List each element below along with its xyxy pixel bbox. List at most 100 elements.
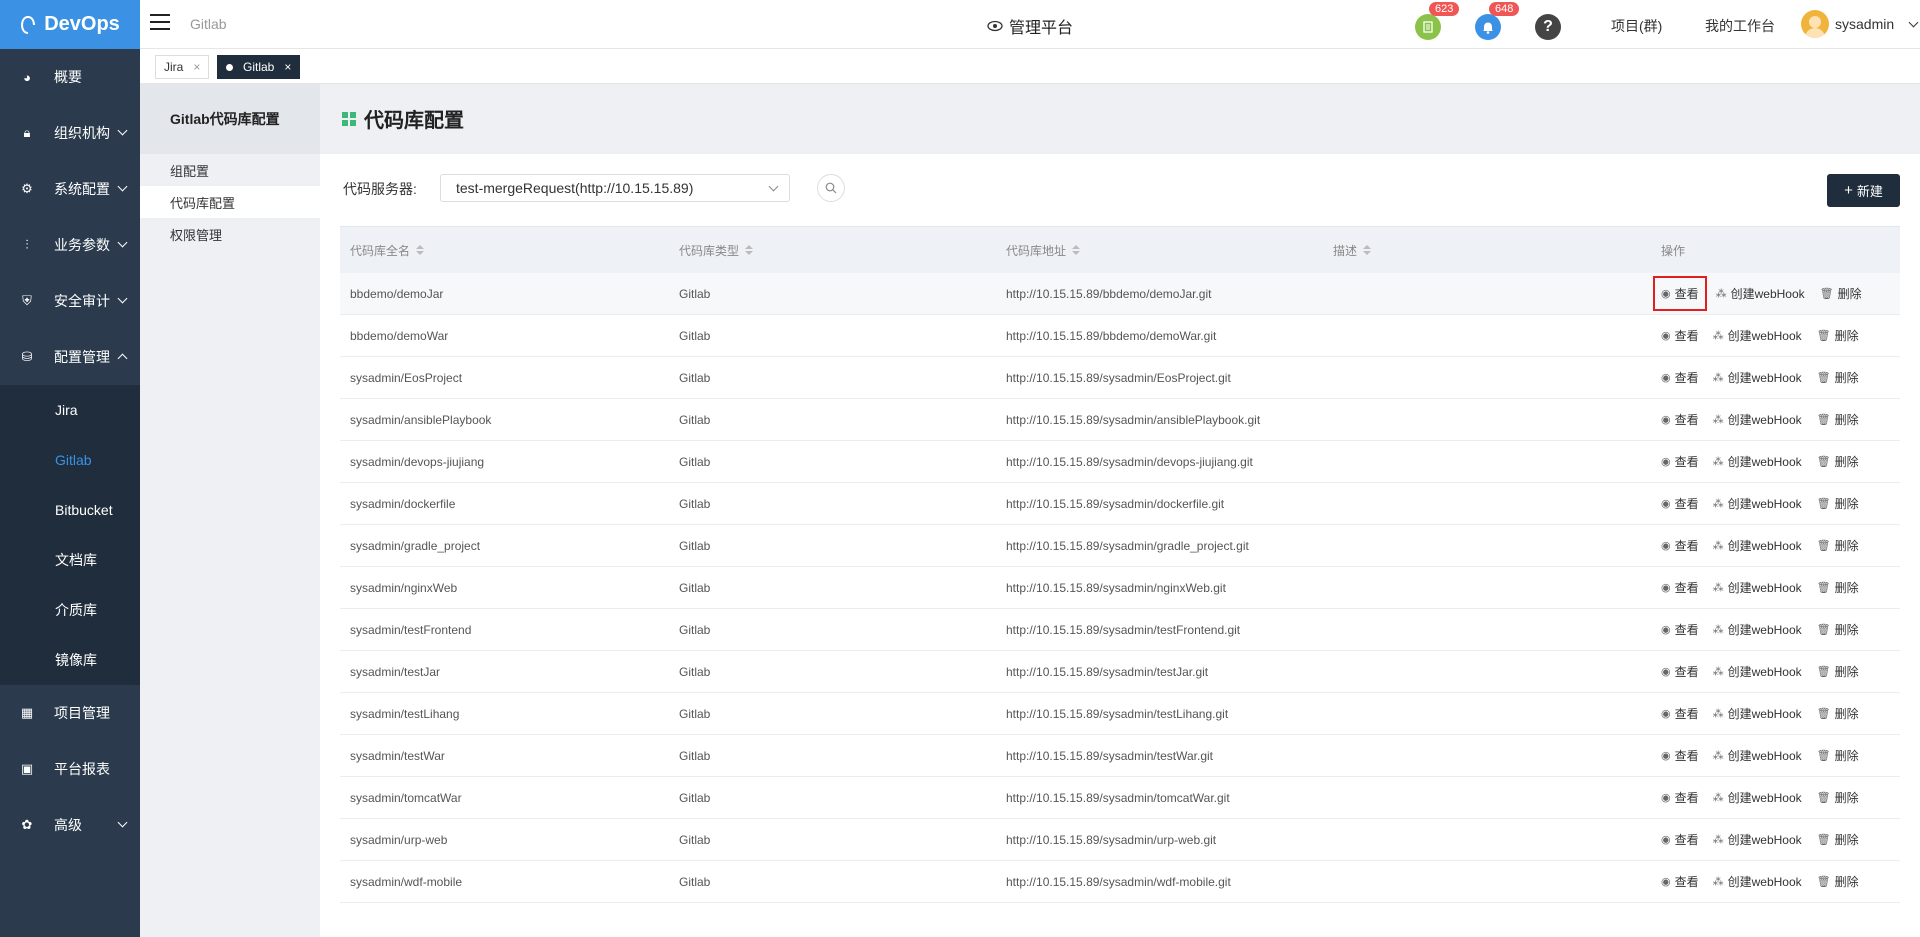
new-button[interactable]: + 新建 <box>1827 174 1900 207</box>
table-row: sysadmin/wdf-mobile Gitlab http://10.15.15… <box>340 861 1900 903</box>
sidebar-subitem-image-registry[interactable]: 镜像库 <box>0 635 140 685</box>
create-webhook-button[interactable]: ⁂ 创建webHook <box>1713 365 1802 390</box>
view-button[interactable]: ◉ 查看 <box>1661 323 1699 348</box>
create-webhook-button[interactable]: ⁂ 创建webHook <box>1713 701 1802 726</box>
delete-button[interactable]: 🗑︎ 删除 <box>1817 869 1859 894</box>
delete-button[interactable]: 🗑︎ 删除 <box>1817 533 1859 558</box>
delete-button[interactable]: 🗑︎ 删除 <box>1817 659 1859 684</box>
view-button[interactable]: ◉ 查看 <box>1661 491 1699 516</box>
create-webhook-button[interactable]: ⁂ 创建webHook <box>1713 659 1802 684</box>
column-header-url[interactable]: 代码库地址 <box>996 242 1323 259</box>
view-button[interactable]: ◉ 查看 <box>1661 659 1699 684</box>
tab-jira[interactable]: Jira × <box>155 55 210 79</box>
repo-name-cell: sysadmin/wdf-mobile <box>350 874 463 889</box>
column-header-description[interactable]: 描述 <box>1323 242 1651 259</box>
column-header-name[interactable]: 代码库全名 <box>340 242 669 259</box>
close-icon[interactable]: × <box>193 60 200 74</box>
delete-label: 删除 <box>1834 581 1859 595</box>
delete-button[interactable]: 🗑︎ 删除 <box>1817 575 1859 600</box>
sidebar-item-config-management[interactable]: ⛁ 配置管理 <box>0 329 140 385</box>
delete-button[interactable]: 🗑︎ 删除 <box>1820 281 1862 306</box>
delete-button[interactable]: 🗑︎ 删除 <box>1817 827 1859 852</box>
delete-button[interactable]: 🗑︎ 删除 <box>1817 491 1859 516</box>
bell-icon[interactable]: 648 <box>1475 2 1520 40</box>
create-webhook-button[interactable]: ⁂ 创建webHook <box>1716 281 1805 306</box>
view-button[interactable]: ◉ 查看 <box>1661 869 1699 894</box>
view-button[interactable]: ◉ 查看 <box>1653 276 1707 311</box>
create-webhook-button[interactable]: ⁂ 创建webHook <box>1713 533 1802 558</box>
create-webhook-button[interactable]: ⁂ 创建webHook <box>1713 575 1802 600</box>
delete-button[interactable]: 🗑︎ 删除 <box>1817 449 1859 474</box>
create-webhook-button[interactable]: ⁂ 创建webHook <box>1713 449 1802 474</box>
view-button[interactable]: ◉ 查看 <box>1661 743 1699 768</box>
user-menu[interactable]: sysadmin <box>1801 10 1919 38</box>
view-button[interactable]: ◉ 查看 <box>1661 407 1699 432</box>
sidebar-subitem-bitbucket[interactable]: Bitbucket <box>0 485 140 535</box>
view-button[interactable]: ◉ 查看 <box>1661 785 1699 810</box>
delete-button[interactable]: 🗑︎ 删除 <box>1817 407 1859 432</box>
table-body: bbdemo/demoJar Gitlab http://10.15.15.89/b… <box>340 273 1900 903</box>
view-label: 查看 <box>1674 875 1699 889</box>
devops-logo[interactable]: DevOps <box>0 0 140 49</box>
create-webhook-button[interactable]: ⁂ 创建webHook <box>1713 617 1802 642</box>
create-webhook-button[interactable]: ⁂ 创建webHook <box>1713 869 1802 894</box>
create-webhook-button[interactable]: ⁂ 创建webHook <box>1713 407 1802 432</box>
sidebar-item-business-params[interactable]: ⫶ 业务参数 <box>0 217 140 273</box>
repo-type-cell: Gitlab <box>679 874 711 889</box>
sidebar-subitem-doc-library[interactable]: 文档库 <box>0 535 140 585</box>
delete-button[interactable]: 🗑︎ 删除 <box>1817 323 1859 348</box>
sidebar-item-system-config[interactable]: ⚙ 系统配置 <box>0 161 140 217</box>
view-button[interactable]: ◉ 查看 <box>1661 575 1699 600</box>
help-icon[interactable]: ? <box>1535 14 1561 40</box>
workbench-link[interactable]: 我的工作台 <box>1705 16 1775 36</box>
tab-gitlab[interactable]: Gitlab × <box>217 55 301 79</box>
delete-button[interactable]: 🗑︎ 删除 <box>1817 743 1859 768</box>
view-button[interactable]: ◉ 查看 <box>1661 449 1699 474</box>
sidebar-item-advanced[interactable]: ✿ 高级 <box>0 797 140 853</box>
view-button[interactable]: ◉ 查看 <box>1661 365 1699 390</box>
sidebar-item-overview[interactable]: ◕ 概要 <box>0 49 140 105</box>
submenu-item-permissions[interactable]: 权限管理 <box>140 218 320 250</box>
view-button[interactable]: ◉ 查看 <box>1661 827 1699 852</box>
repo-url-cell: http://10.15.15.89/sysadmin/testFrontend… <box>1006 622 1241 637</box>
submenu-item-repo-config[interactable]: 代码库配置 <box>140 186 320 218</box>
create-webhook-button[interactable]: ⁂ 创建webHook <box>1713 785 1802 810</box>
create-webhook-button[interactable]: ⁂ 创建webHook <box>1713 743 1802 768</box>
sidebar-item-project-management[interactable]: ▦ 项目管理 <box>0 685 140 741</box>
trash-icon: 🗑︎ <box>1816 666 1831 678</box>
repo-url-cell: http://10.15.15.89/sysadmin/devops-jiuji… <box>1006 454 1253 469</box>
view-button[interactable]: ◉ 查看 <box>1661 533 1699 558</box>
create-webhook-button[interactable]: ⁂ 创建webHook <box>1713 827 1802 852</box>
sidebar-subitem-media-library[interactable]: 介质库 <box>0 585 140 635</box>
header-label: 代码库全名 <box>350 243 411 258</box>
webhook-icon: ⁂ <box>1712 372 1724 384</box>
projects-link[interactable]: 项目(群) <box>1611 16 1662 36</box>
server-select[interactable]: test-mergeRequest(http://10.15.15.89) <box>440 174 790 202</box>
close-icon[interactable]: × <box>284 60 291 74</box>
sidebar-subitem-jira[interactable]: Jira <box>0 385 140 435</box>
sidebar-item-organization[interactable]: 🔒︎ 组织机构 <box>0 105 140 161</box>
create-webhook-button[interactable]: ⁂ 创建webHook <box>1713 323 1802 348</box>
trash-icon: 🗑︎ <box>1819 288 1834 300</box>
delete-button[interactable]: 🗑︎ 删除 <box>1817 785 1859 810</box>
delete-button[interactable]: 🗑︎ 删除 <box>1817 365 1859 390</box>
sidebar-subitem-gitlab[interactable]: Gitlab <box>0 435 140 485</box>
doc-notification-icon[interactable]: 623 <box>1415 2 1460 40</box>
view-button[interactable]: ◉ 查看 <box>1661 701 1699 726</box>
search-button[interactable] <box>817 174 845 202</box>
sidebar-item-platform-reports[interactable]: ▣ 平台报表 <box>0 741 140 797</box>
menu-toggle-icon[interactable] <box>150 14 170 32</box>
repo-name-cell: sysadmin/tomcatWar <box>350 790 462 805</box>
column-header-type[interactable]: 代码库类型 <box>669 242 996 259</box>
delete-button[interactable]: 🗑︎ 删除 <box>1817 701 1859 726</box>
platform-title[interactable]: 管理平台 <box>987 14 1073 38</box>
table-header: 代码库全名 代码库类型 代码库地址 描述 操作 <box>340 226 1900 273</box>
delete-button[interactable]: 🗑︎ 删除 <box>1817 617 1859 642</box>
create-webhook-button[interactable]: ⁂ 创建webHook <box>1713 491 1802 516</box>
table-row: sysadmin/testWar Gitlab http://10.15.15.89… <box>340 735 1900 777</box>
doc-badge: 623 <box>1429 2 1460 16</box>
trash-icon: 🗑︎ <box>1816 540 1831 552</box>
view-button[interactable]: ◉ 查看 <box>1661 617 1699 642</box>
sidebar-item-security-audit[interactable]: ⛨ 安全审计 <box>0 273 140 329</box>
submenu-item-group-config[interactable]: 组配置 <box>140 154 320 186</box>
